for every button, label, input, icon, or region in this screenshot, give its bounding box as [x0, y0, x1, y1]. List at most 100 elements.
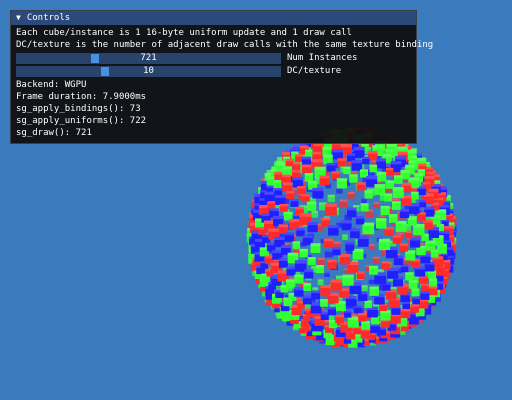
cube-highlight	[301, 156, 311, 160]
cube-highlight	[420, 291, 430, 294]
cube-highlight	[284, 211, 293, 215]
cube-highlight	[424, 175, 435, 179]
cube-highlight	[305, 149, 313, 152]
cube-highlight	[266, 242, 276, 246]
cube-highlight	[292, 177, 304, 181]
cube-highlight	[343, 166, 351, 169]
controls-window[interactable]: ▼ Controls Each cube/instance is 1 16-by…	[10, 10, 434, 144]
cube-highlight	[376, 158, 386, 162]
cube-highlight	[341, 220, 352, 224]
cube-highlight	[327, 194, 335, 197]
cube-highlight	[349, 174, 358, 177]
dc-texture-row: 10 DC/texture	[16, 65, 411, 77]
cube-highlight	[392, 187, 404, 191]
cube-highlight	[331, 171, 340, 174]
cube-highlight	[304, 173, 314, 176]
cube-highlight	[294, 287, 304, 291]
cube-highlight	[314, 166, 326, 171]
cube-highlight	[347, 207, 357, 211]
cube-highlight	[290, 147, 299, 151]
controls-title-bar[interactable]: ▼ Controls	[11, 11, 416, 25]
cube-highlight	[353, 147, 365, 151]
cube-highlight	[400, 169, 410, 173]
triangle-down-icon[interactable]: ▼	[16, 12, 21, 24]
cube-highlight	[360, 169, 368, 172]
cube-highlight	[355, 216, 365, 219]
cube-highlight	[282, 182, 293, 186]
cube-highlight	[283, 156, 290, 159]
cube-highlight	[402, 182, 412, 186]
cube-highlight	[384, 193, 393, 196]
cube-highlight	[317, 257, 325, 260]
cube-highlight	[275, 195, 286, 198]
cube-highlight	[411, 191, 419, 194]
cube-highlight	[268, 228, 280, 232]
cube-highlight	[288, 219, 299, 222]
cube-highlight	[306, 201, 317, 205]
cube-highlight	[429, 278, 438, 281]
cube-highlight	[422, 182, 430, 185]
cube-highlight	[299, 213, 312, 217]
cube-highlight	[405, 164, 415, 168]
cube-highlight	[417, 169, 426, 172]
cube-highlight	[364, 190, 373, 193]
cube-highlight	[345, 241, 355, 245]
cube-highlight	[332, 247, 341, 250]
cube-highlight	[295, 154, 303, 157]
cube-highlight	[315, 265, 324, 268]
info-line-2: DC/texture is the number of adjacent dra…	[16, 40, 434, 50]
cube-highlight	[301, 194, 310, 197]
backend-text: Backend: WGPU	[16, 80, 87, 90]
cube-highlight	[378, 238, 391, 243]
cube-highlight	[320, 285, 331, 288]
cube-highlight	[286, 266, 296, 270]
cube-highlight	[369, 286, 379, 290]
cube-highlight	[291, 151, 299, 154]
cube-highlight	[273, 215, 284, 219]
cube-highlight	[302, 235, 313, 239]
cube-highlight	[380, 205, 390, 209]
num-instances-row: 721 Num Instances	[16, 52, 411, 64]
cube-highlight	[339, 253, 350, 258]
cube-highlight	[299, 145, 309, 149]
dc-texture-slider[interactable]: 10	[16, 65, 281, 77]
cube-highlight	[292, 241, 300, 244]
slider-value: 721	[140, 52, 157, 63]
cube-highlight	[327, 259, 337, 263]
cube-highlight	[266, 185, 274, 188]
cube-highlight	[352, 248, 364, 253]
cube-highlight	[391, 198, 400, 201]
cube-highlight	[312, 287, 319, 290]
cube-highlight	[286, 279, 296, 283]
cube-highlight	[375, 218, 387, 222]
cube-highlight	[326, 162, 336, 166]
cube-highlight	[312, 159, 323, 163]
cube-highlight	[323, 238, 333, 242]
cube-highlight	[335, 314, 344, 318]
cube-highlight	[264, 191, 276, 195]
cube-highlight	[369, 265, 378, 269]
cube-highlight	[267, 201, 276, 204]
cube-highlight	[284, 232, 295, 236]
cube-highlight	[299, 248, 308, 252]
cube-highlight	[294, 260, 307, 264]
cube-highlight	[409, 155, 417, 159]
cube-highlight	[279, 204, 288, 207]
cube-highlight	[388, 214, 398, 217]
cube-highlight	[258, 205, 269, 208]
cube-highlight	[386, 167, 394, 171]
cube-highlight	[415, 157, 427, 161]
cube-highlight	[332, 241, 341, 244]
cube-highlight	[414, 173, 423, 176]
cube-highlight	[386, 149, 395, 152]
cube-highlight	[296, 227, 305, 231]
cube-highlight	[324, 271, 330, 274]
cube-highlight	[421, 283, 429, 286]
cube-highlight	[374, 184, 386, 188]
cube-highlight	[368, 278, 375, 280]
num-instances-slider[interactable]: 721	[16, 52, 281, 64]
cube-highlight	[325, 203, 337, 207]
cube-highlight	[418, 200, 427, 203]
cube-highlight	[373, 202, 380, 205]
cube-highlight	[392, 201, 401, 204]
